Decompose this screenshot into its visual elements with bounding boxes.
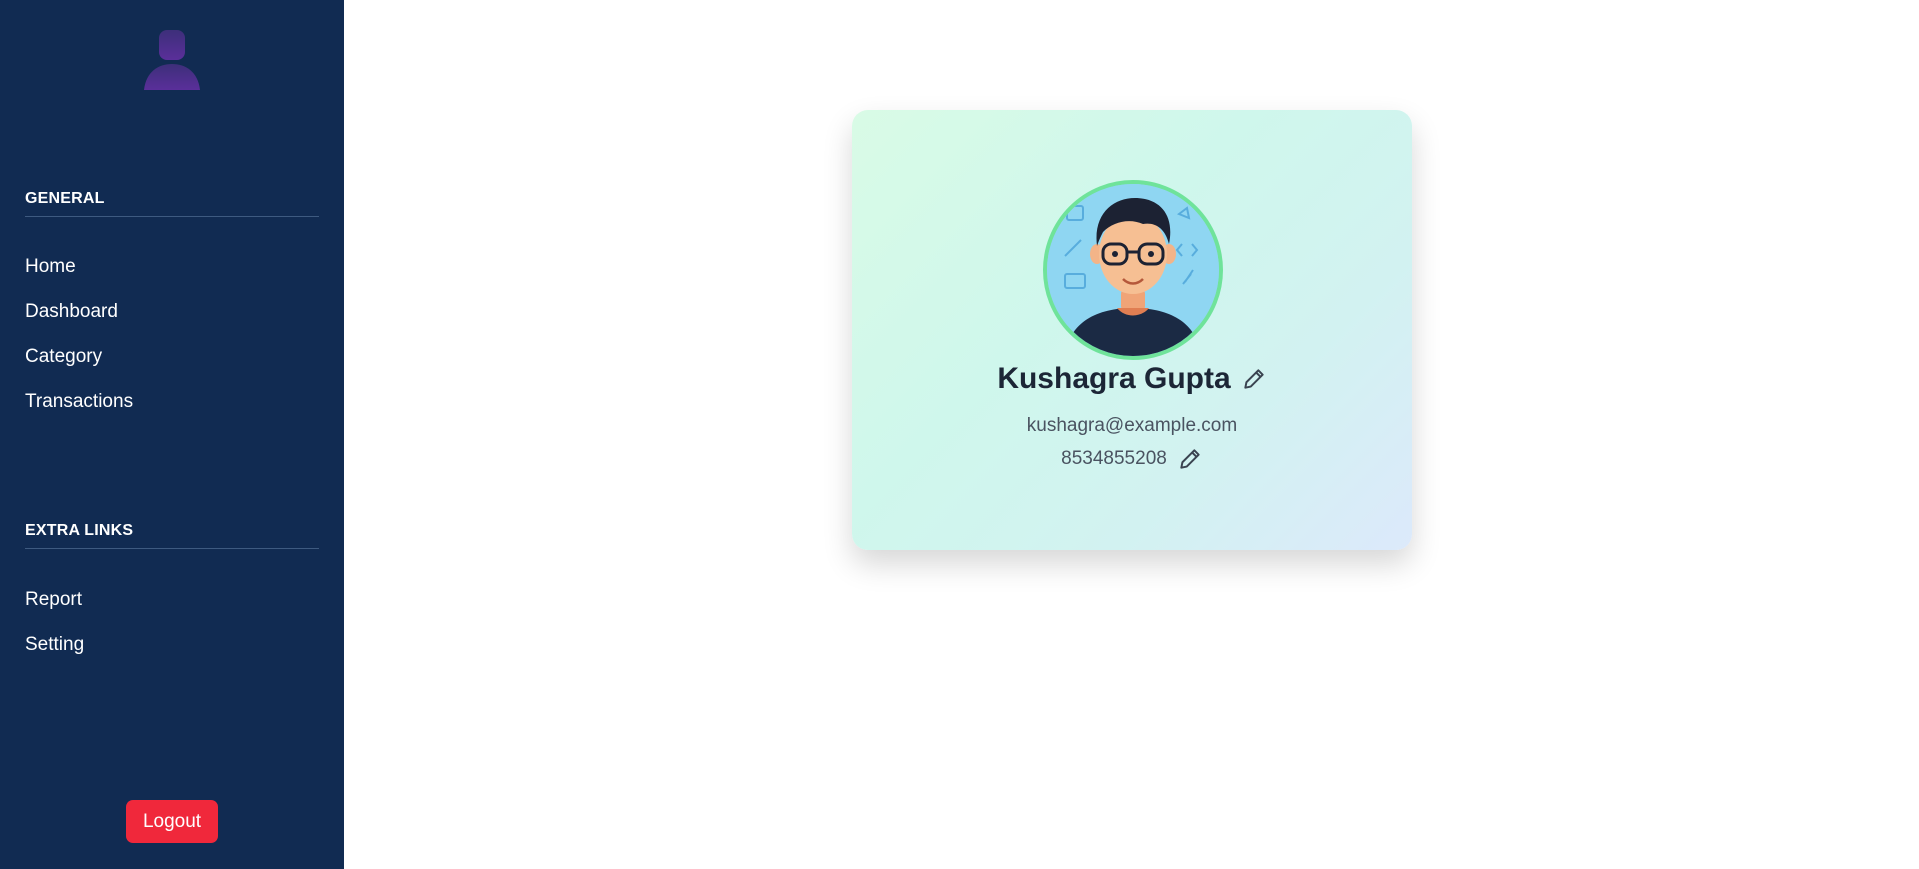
profile-name: Kushagra Gupta [997, 362, 1231, 395]
profile-email: kushagra@example.com [1026, 415, 1238, 436]
sidebar-item-setting[interactable]: Setting [25, 634, 84, 656]
section-title-extra-links: EXTRA LINKS [25, 522, 319, 549]
sidebar-item-home[interactable]: Home [25, 256, 76, 278]
phone-row: 8534855208 [852, 446, 1412, 472]
sidebar: GENERAL Home Dashboard Category Transact… [0, 0, 344, 869]
profile-avatar [1043, 180, 1223, 360]
profile-phone: 8534855208 [1061, 448, 1167, 469]
edit-name-pencil-icon[interactable] [1241, 366, 1267, 392]
name-row: Kushagra Gupta [852, 362, 1412, 396]
section-title-general: GENERAL [25, 190, 319, 217]
sidebar-item-category[interactable]: Category [25, 346, 102, 368]
sidebar-item-dashboard[interactable]: Dashboard [25, 301, 118, 323]
sidebar-item-transactions[interactable]: Transactions [25, 391, 133, 413]
profile-card: Kushagra Gupta kushagra@example.com 8534… [852, 110, 1412, 550]
edit-phone-pencil-icon[interactable] [1177, 446, 1203, 472]
logout-button[interactable]: Logout [126, 800, 218, 843]
user-silhouette-icon [142, 28, 202, 90]
sidebar-item-report[interactable]: Report [25, 589, 82, 611]
